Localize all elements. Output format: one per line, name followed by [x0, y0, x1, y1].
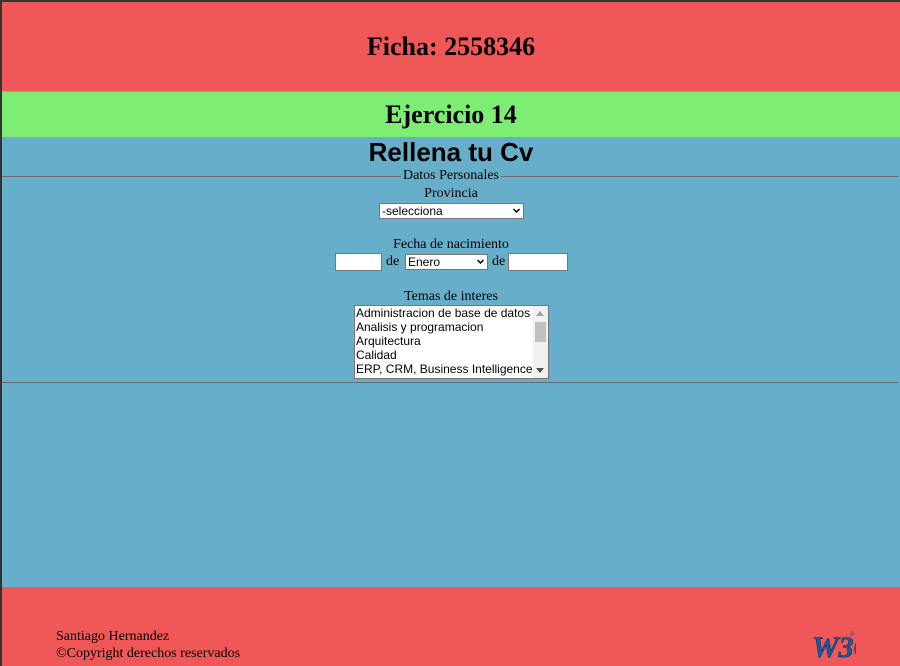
- list-item[interactable]: Administracion de base de datos: [355, 306, 548, 320]
- ficha-title: Ficha: 2558346: [366, 31, 536, 61]
- fecha-label: Fecha de nacimiento: [393, 237, 509, 252]
- temas-label: Temas de interes: [404, 289, 498, 304]
- provincia-select[interactable]: -selecciona: [379, 203, 524, 219]
- exercise-banner: Ejercicio 14: [2, 92, 900, 137]
- scroll-thumb[interactable]: [535, 322, 546, 342]
- birth-year-input[interactable]: [508, 253, 568, 271]
- fieldset-legend: Datos Personales: [2, 168, 900, 184]
- list-item[interactable]: Arquitectura: [355, 334, 548, 348]
- page: Ficha: 2558346 Ejercicio 14 Rellena tu C…: [2, 2, 900, 666]
- footer-author: Santiago Hernandez: [56, 629, 170, 644]
- list-item[interactable]: Analisis y programacion: [355, 320, 548, 334]
- birth-month-value: Enero: [408, 255, 441, 269]
- fieldset-legend-text: Datos Personales: [400, 168, 502, 183]
- temas-listbox[interactable]: Administracion de base de datos Analisis…: [354, 305, 549, 379]
- chevron-down-icon: [477, 259, 484, 265]
- date-separator-1: de: [386, 254, 400, 269]
- exercise-title: Ejercicio 14: [385, 99, 517, 129]
- date-separator-2: de: [492, 254, 506, 269]
- chevron-down-icon: [513, 208, 520, 214]
- birth-day-input[interactable]: [335, 253, 382, 271]
- footer-copyright: ©Copyright derechos reservados: [56, 646, 241, 661]
- scroll-up-icon[interactable]: [536, 311, 544, 316]
- provincia-label: Provincia: [424, 186, 478, 201]
- svg-text:®: ®: [850, 631, 855, 638]
- provincia-select-value: -selecciona: [382, 204, 443, 218]
- w3c-logo-icon[interactable]: W3C ®: [812, 627, 856, 661]
- list-item[interactable]: ERP, CRM, Business Intelligence: [355, 362, 548, 376]
- header-banner: Ficha: 2558346: [2, 2, 900, 91]
- scroll-down-icon[interactable]: [536, 368, 544, 373]
- form-title: Rellena tu Cv: [368, 137, 534, 167]
- birth-month-select[interactable]: Enero: [405, 254, 488, 270]
- list-item[interactable]: Calidad: [355, 348, 548, 362]
- footer: Santiago Hernandez ©Copyright derechos r…: [2, 587, 900, 666]
- listbox-scrollbar[interactable]: [533, 306, 548, 378]
